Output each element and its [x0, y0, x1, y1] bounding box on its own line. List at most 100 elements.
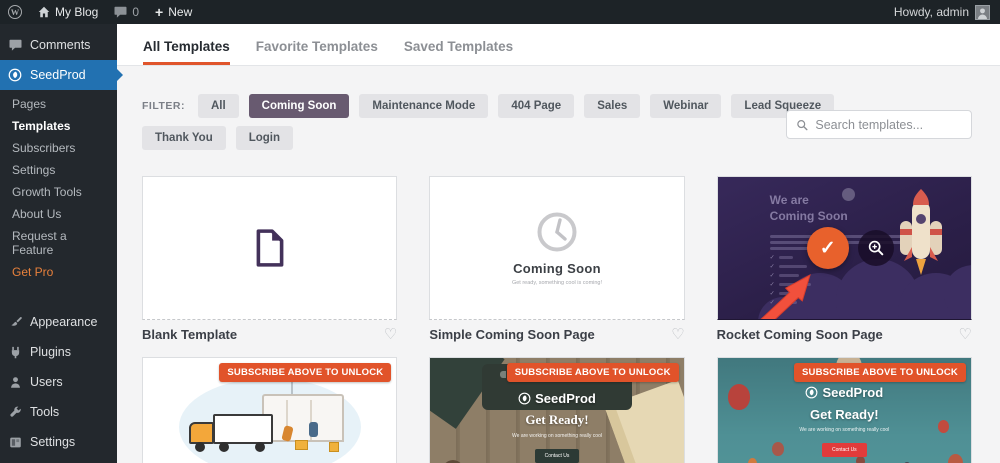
- balloon-shape: [747, 458, 757, 463]
- comment-icon: [114, 6, 127, 18]
- tab-all-templates[interactable]: All Templates: [143, 39, 230, 65]
- seedprod-brand: SeedProd: [805, 385, 883, 400]
- template-title-row: Blank Template ♡: [142, 325, 397, 343]
- template-preview-simple[interactable]: Coming Soon Get ready, something cool is…: [429, 176, 685, 320]
- submenu-item-about-us[interactable]: About Us: [0, 203, 117, 225]
- template-search: [786, 110, 972, 139]
- search-input[interactable]: [815, 117, 962, 132]
- subscribe-unlock-badge: SUBSCRIBE ABOVE TO UNLOCK: [506, 363, 679, 382]
- admin-sidebar: Comments SeedProd Pages Templates Subscr…: [0, 24, 123, 463]
- magnifier-plus-icon: [868, 240, 883, 256]
- wordpress-logo-icon: W: [8, 5, 22, 19]
- crate: [295, 440, 308, 450]
- new-content-button[interactable]: + New: [155, 0, 192, 24]
- annotation-arrow: [760, 273, 811, 319]
- sidebar-item-appearance[interactable]: Appearance: [0, 307, 117, 337]
- preview-subtext: Get ready, something cool is coming!: [511, 280, 603, 286]
- submenu-item-templates[interactable]: Templates: [0, 115, 117, 137]
- new-label: New: [168, 5, 193, 19]
- balloon-shape: [937, 420, 949, 433]
- sidebar-item-label: Settings: [30, 435, 76, 449]
- filter-404-page[interactable]: 404 Page: [498, 94, 575, 118]
- subscribe-unlock-badge: SUBSCRIBE ABOVE TO UNLOCK: [219, 363, 392, 382]
- crate: [329, 442, 339, 452]
- truck-wheel: [195, 442, 205, 452]
- filter-coming-soon[interactable]: Coming Soon: [248, 94, 350, 118]
- submenu-item-get-pro[interactable]: Get Pro: [0, 261, 117, 283]
- template-title: Simple Coming Soon Page: [429, 326, 595, 342]
- contact-us-button[interactable]: Contact Us: [534, 449, 580, 463]
- template-card-locked-2: SUBSCRIBE ABOVE TO UNLOCK SeedProd Get R…: [429, 357, 685, 463]
- clock-icon: [537, 212, 577, 252]
- filter-all[interactable]: All: [197, 94, 239, 118]
- favorite-heart-icon[interactable]: ♡: [671, 327, 684, 342]
- sidebar-item-tools[interactable]: Tools: [0, 397, 117, 427]
- submenu-item-pages[interactable]: Pages: [0, 93, 117, 115]
- favorite-heart-icon[interactable]: ♡: [384, 327, 397, 342]
- howdy-text: Howdy, admin: [893, 5, 969, 19]
- comments-count: 0: [132, 5, 140, 19]
- plug-icon: [8, 346, 22, 359]
- sidebar-item-comments[interactable]: Comments: [0, 30, 117, 60]
- favorite-heart-icon[interactable]: ♡: [959, 327, 972, 342]
- brush-icon: [8, 316, 22, 329]
- template-card-locked-3: SUBSCRIBE ABOVE TO UNLOCK SeedProd Get R…: [716, 357, 972, 463]
- template-title: Blank Template: [142, 326, 238, 342]
- submenu-item-request-feature[interactable]: Request a Feature: [0, 225, 117, 261]
- seedprod-submenu: Pages Templates Subscribers Settings Gro…: [0, 90, 117, 293]
- wrench-icon: [8, 406, 22, 419]
- active-menu-arrow: [116, 68, 123, 82]
- preview-heading: Get Ready!: [810, 407, 879, 422]
- sidebar-item-label: Comments: [30, 38, 91, 52]
- preview-heading: Get Ready!: [525, 412, 589, 427]
- submenu-item-settings[interactable]: Settings: [0, 159, 117, 181]
- balloon-shape: [947, 454, 963, 463]
- template-preview-blank[interactable]: [142, 176, 398, 320]
- truck-wheel: [255, 442, 265, 452]
- sidebar-item-settings[interactable]: Settings: [0, 427, 117, 457]
- filter-webinar[interactable]: Webinar: [650, 94, 722, 118]
- user-icon: [8, 376, 22, 389]
- filter-label: FILTER:: [142, 100, 185, 112]
- filter-thank-you[interactable]: Thank You: [142, 126, 226, 150]
- sidebar-item-seedprod[interactable]: SeedProd: [0, 60, 123, 90]
- tab-saved-templates[interactable]: Saved Templates: [404, 39, 513, 65]
- wordpress-menu[interactable]: W: [8, 0, 22, 24]
- filter-login[interactable]: Login: [235, 126, 294, 150]
- balloon-shape: [855, 456, 865, 463]
- settings-icon: [8, 436, 22, 449]
- contact-us-button[interactable]: Contact Us: [821, 443, 867, 457]
- site-name-link[interactable]: My Blog: [38, 0, 98, 24]
- template-preview-locked-2[interactable]: SUBSCRIBE ABOVE TO UNLOCK SeedProd Get R…: [429, 357, 685, 463]
- template-preview-locked-1[interactable]: SUBSCRIBE ABOVE TO UNLOCK Get Ready!: [142, 357, 398, 463]
- rocket-illustration: [899, 189, 942, 275]
- menu-separator: [0, 293, 117, 307]
- preview-zoom-button[interactable]: [857, 230, 894, 266]
- sidebar-item-plugins[interactable]: Plugins: [0, 337, 117, 367]
- template-card-locked-1: SUBSCRIBE ABOVE TO UNLOCK Get Ready!: [142, 357, 398, 463]
- submenu-item-growth-tools[interactable]: Growth Tools: [0, 181, 117, 203]
- sidebar-item-label: Users: [30, 375, 63, 389]
- sidebar-item-users[interactable]: Users: [0, 367, 117, 397]
- template-title: Rocket Coming Soon Page: [716, 326, 883, 342]
- template-preview-rocket[interactable]: We are Coming Soon ✓ ✓ ✓ ✓ ✓ ✓ ✓: [716, 176, 972, 320]
- tab-favorite-templates[interactable]: Favorite Templates: [256, 39, 378, 65]
- seedprod-brand: SeedProd: [518, 391, 596, 406]
- preview-heading: We are Coming Soon: [769, 193, 848, 223]
- truck-trailer: [213, 414, 273, 444]
- choose-template-button[interactable]: ✓: [806, 227, 849, 269]
- templates-page: FILTER: All Coming Soon Maintenance Mode…: [117, 66, 1000, 463]
- brand-name: SeedProd: [535, 391, 596, 406]
- sidebar-item-label: Appearance: [30, 315, 98, 329]
- account-menu[interactable]: Howdy, admin: [893, 4, 990, 20]
- template-title-row: Rocket Coming Soon Page ♡: [717, 325, 972, 343]
- submenu-item-subscribers[interactable]: Subscribers: [0, 137, 117, 159]
- preview-subtext: We are working on something really cool: [512, 433, 602, 439]
- template-preview-locked-3[interactable]: SUBSCRIBE ABOVE TO UNLOCK SeedProd Get R…: [716, 357, 972, 463]
- filter-maintenance-mode[interactable]: Maintenance Mode: [359, 94, 489, 118]
- truck-cab: [189, 422, 214, 444]
- filter-sales[interactable]: Sales: [584, 94, 641, 118]
- comments-bubble[interactable]: 0: [114, 0, 139, 24]
- template-card-rocket: We are Coming Soon ✓ ✓ ✓ ✓ ✓ ✓ ✓ Rocket …: [716, 176, 972, 343]
- site-name: My Blog: [55, 5, 99, 19]
